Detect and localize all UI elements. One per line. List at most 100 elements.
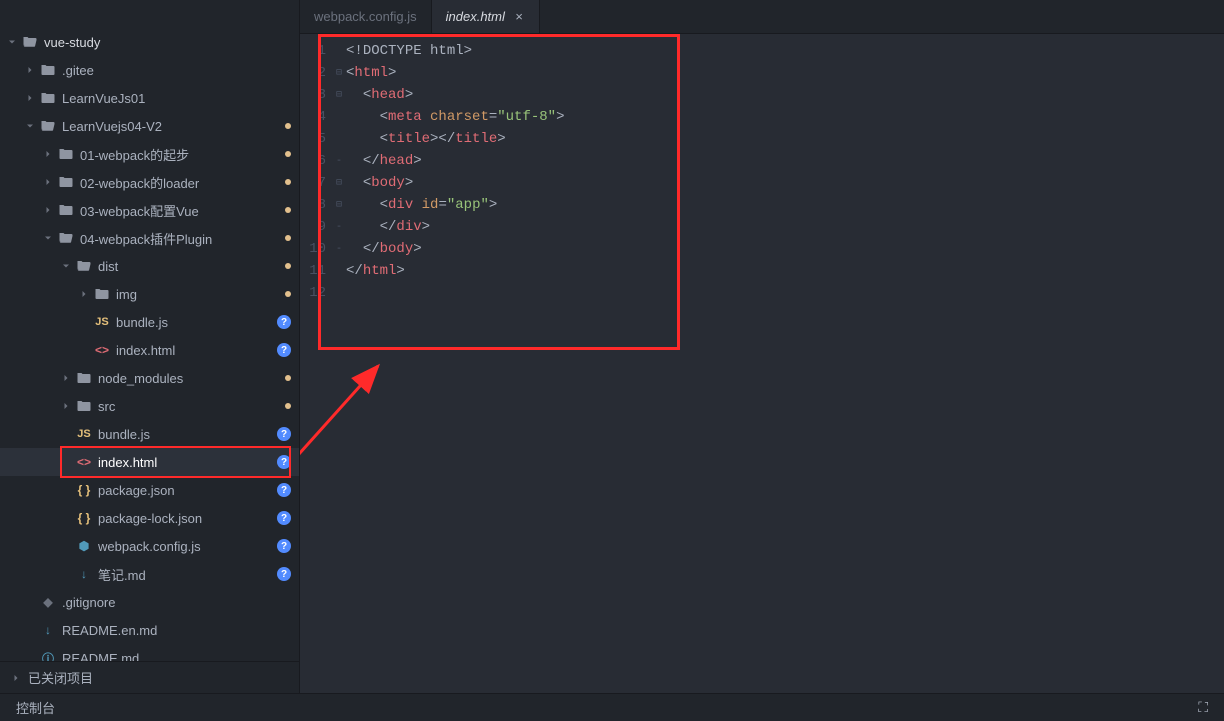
tree-item[interactable]: LearnVueJs01: [0, 84, 299, 112]
md-icon: ↓: [40, 622, 56, 638]
code-editor[interactable]: 1 <!DOCTYPE html>2 ⊟ <html>3 ⊟ <head>4 <…: [300, 34, 1224, 310]
code-line[interactable]: 11 </html>: [300, 260, 1224, 282]
chevron-down-icon[interactable]: [60, 260, 72, 272]
tree-item[interactable]: node_modules: [0, 364, 299, 392]
line-number: 7: [300, 175, 332, 191]
tree-item[interactable]: img: [0, 280, 299, 308]
fold-indicator[interactable]: ⊟: [332, 199, 346, 211]
tree-item[interactable]: 01-webpack的起步: [0, 140, 299, 168]
tree-root[interactable]: vue-study: [0, 28, 299, 56]
panel-expand-icon[interactable]: ⛶: [1198, 699, 1208, 716]
modified-dot-icon: [285, 235, 291, 241]
fold-indicator[interactable]: ⊟: [332, 177, 346, 189]
info-badge-icon: ?: [277, 455, 291, 469]
tree-item[interactable]: ⬢ webpack.config.js ?: [0, 532, 299, 560]
line-number: 2: [300, 65, 332, 81]
tree-item-label: index.html: [98, 455, 277, 470]
info-badge-icon: ?: [277, 539, 291, 553]
code-line[interactable]: 12: [300, 282, 1224, 304]
chevron-right-icon[interactable]: [24, 92, 36, 104]
code-line[interactable]: 4 <meta charset="utf-8">: [300, 106, 1224, 128]
tree-item[interactable]: <> index.html ?: [0, 336, 299, 364]
readme-cut-icon: ⓘ: [40, 650, 56, 661]
html-icon: <>: [94, 342, 110, 358]
tree-item[interactable]: JS bundle.js ?: [0, 308, 299, 336]
code-line[interactable]: 7 ⊟ <body>: [300, 172, 1224, 194]
chevron-right-icon[interactable]: [24, 64, 36, 76]
fold-indicator[interactable]: -: [332, 244, 346, 255]
tree-item[interactable]: 04-webpack插件Plugin: [0, 224, 299, 252]
tree-item[interactable]: <> index.html ?: [0, 448, 299, 476]
md-icon: ↓: [76, 566, 92, 582]
chevron-down-icon: [6, 36, 18, 48]
folder-icon: [40, 62, 56, 78]
editor-tab[interactable]: webpack.config.js: [300, 0, 432, 33]
tree-item[interactable]: ↓ README.en.md: [0, 616, 299, 644]
tree-item-label: README.md: [62, 651, 291, 662]
fold-indicator[interactable]: ⊟: [332, 89, 346, 101]
js-icon: JS: [76, 426, 92, 442]
code-line[interactable]: 10 - </body>: [300, 238, 1224, 260]
tree-item[interactable]: ◆ .gitignore: [0, 588, 299, 616]
folder-icon: [58, 202, 74, 218]
tree-root-label: vue-study: [44, 35, 291, 50]
chevron-right-icon[interactable]: [78, 288, 90, 300]
tree-item-label: LearnVuejs04-V2: [62, 119, 285, 134]
code-line[interactable]: 2 ⊟ <html>: [300, 62, 1224, 84]
file-tree: vue-study .gitee LearnVueJs01 LearnVuejs…: [0, 0, 299, 661]
json-icon: { }: [76, 510, 92, 526]
html-icon: <>: [76, 454, 92, 470]
bottom-panel: 控制台 ⛶: [0, 693, 1224, 721]
closed-projects-section[interactable]: 已关闭项目: [0, 661, 299, 693]
tree-item[interactable]: dist: [0, 252, 299, 280]
close-icon[interactable]: ×: [513, 11, 525, 23]
closed-projects-label: 已关闭项目: [28, 668, 93, 687]
tab-label: index.html: [446, 9, 505, 24]
tree-item[interactable]: ⓘ README.md: [0, 644, 299, 661]
code-text: <div id="app">: [346, 197, 497, 213]
folder-open-icon: [76, 258, 92, 274]
fold-indicator[interactable]: -: [332, 156, 346, 167]
folder-icon: [40, 90, 56, 106]
chevron-down-icon[interactable]: [24, 120, 36, 132]
chevron-down-icon[interactable]: [42, 232, 54, 244]
folder-open-icon: [58, 230, 74, 246]
code-line[interactable]: 8 ⊟ <div id="app">: [300, 194, 1224, 216]
tree-item-label: dist: [98, 259, 285, 274]
tree-item[interactable]: src: [0, 392, 299, 420]
tree-item[interactable]: 03-webpack配置Vue: [0, 196, 299, 224]
code-line[interactable]: 3 ⊟ <head>: [300, 84, 1224, 106]
chevron-right-icon[interactable]: [42, 148, 54, 160]
chevron-right-icon[interactable]: [60, 372, 72, 384]
tree-item[interactable]: { } package-lock.json ?: [0, 504, 299, 532]
folder-open-icon: [40, 118, 56, 134]
fold-indicator[interactable]: ⊟: [332, 67, 346, 79]
line-number: 9: [300, 219, 332, 235]
line-number: 11: [300, 263, 332, 279]
chevron-right-icon[interactable]: [60, 400, 72, 412]
tree-item[interactable]: { } package.json ?: [0, 476, 299, 504]
code-text: <html>: [346, 65, 396, 81]
tree-item[interactable]: ↓ 笔记.md ?: [0, 560, 299, 588]
tree-item[interactable]: .gitee: [0, 56, 299, 84]
fold-indicator[interactable]: -: [332, 222, 346, 233]
code-line[interactable]: 1 <!DOCTYPE html>: [300, 40, 1224, 62]
tree-item[interactable]: JS bundle.js ?: [0, 420, 299, 448]
tree-item[interactable]: LearnVuejs04-V2: [0, 112, 299, 140]
chevron-right-icon[interactable]: [42, 176, 54, 188]
code-line[interactable]: 5 <title></title>: [300, 128, 1224, 150]
line-number: 4: [300, 109, 332, 125]
console-tab[interactable]: 控制台: [16, 698, 55, 717]
code-line[interactable]: 6 - </head>: [300, 150, 1224, 172]
code-line[interactable]: 9 - </div>: [300, 216, 1224, 238]
gitignore-icon: ◆: [40, 594, 56, 610]
tree-item-label: bundle.js: [98, 427, 277, 442]
tree-item[interactable]: 02-webpack的loader: [0, 168, 299, 196]
folder-open-icon: [22, 34, 38, 50]
editor-tab[interactable]: index.html ×: [432, 0, 540, 33]
code-text: <body>: [346, 175, 413, 191]
modified-dot-icon: [285, 291, 291, 297]
code-text: <head>: [346, 87, 413, 103]
folder-icon: [58, 146, 74, 162]
chevron-right-icon[interactable]: [42, 204, 54, 216]
